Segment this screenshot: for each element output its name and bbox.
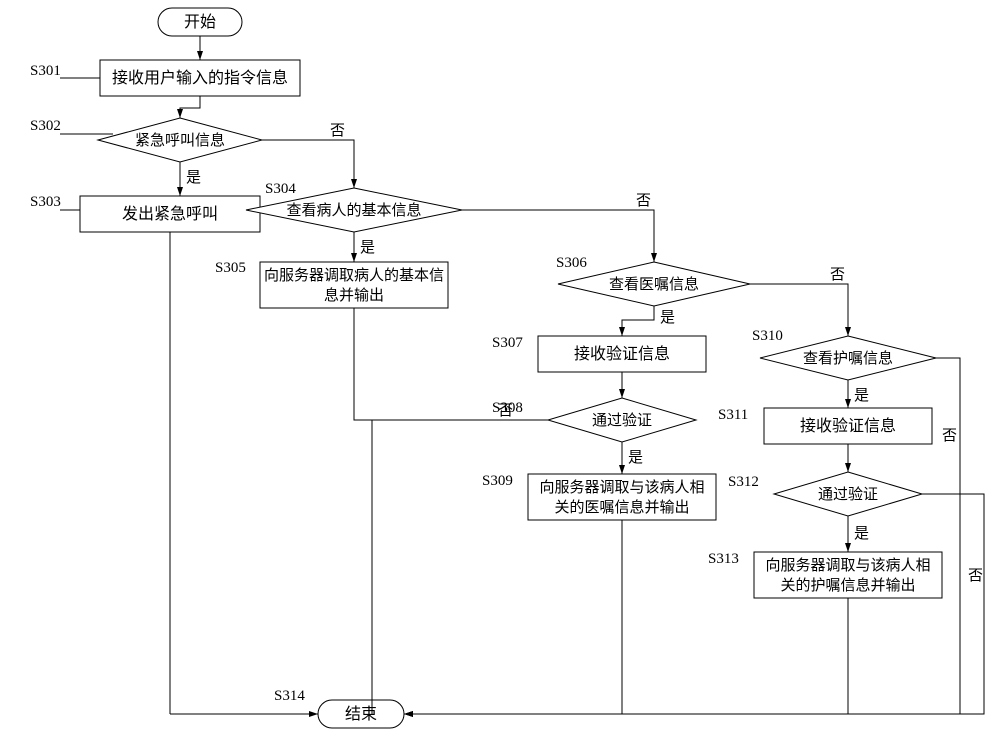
edge-s301-s302 (180, 96, 200, 118)
flowchart-canvas: 开始 接收用户输入的指令信息 S301 紧急呼叫信息 S302 发出紧急呼叫 S… (0, 0, 1000, 752)
yes-s302: 是 (186, 170, 201, 186)
no-s304: 否 (636, 193, 651, 209)
no-s302: 否 (330, 123, 345, 139)
no-s310: 否 (942, 428, 957, 444)
label-s312: S312 (728, 474, 759, 490)
yes-s308: 是 (628, 450, 643, 466)
edge-s306-s307 (622, 306, 654, 336)
start-label: 开始 (184, 13, 216, 31)
node-s301: 接收用户输入的指令信息 (100, 60, 300, 96)
s309-text-l1: 向服务器调取与该病人相 (539, 479, 704, 496)
s307-text: 接收验证信息 (574, 345, 670, 363)
s305-text-l1: 向服务器调取病人的基本信 (264, 267, 444, 284)
label-s302: S302 (30, 118, 61, 134)
node-s310: 查看护嘱信息 (760, 336, 936, 380)
label-s303: S303 (30, 194, 61, 210)
s305-text-l2: 息并输出 (324, 287, 384, 304)
label-s305: S305 (215, 260, 246, 276)
yes-s310: 是 (854, 388, 869, 404)
node-s302: 紧急呼叫信息 (98, 118, 262, 162)
s311-text: 接收验证信息 (800, 417, 896, 435)
label-s309: S309 (482, 473, 513, 489)
label-s304: S304 (265, 181, 296, 197)
label-s311: S311 (718, 407, 748, 423)
s312-text: 通过验证 (818, 486, 878, 503)
edge-s305-down (354, 308, 372, 420)
yes-s306: 是 (660, 310, 675, 326)
no-s306: 否 (830, 267, 845, 283)
node-s308: 通过验证 (548, 398, 696, 442)
s303-text: 发出紧急呼叫 (122, 205, 218, 223)
label-s306: S306 (556, 255, 587, 271)
s313-text-l2: 关的护嘱信息并输出 (780, 577, 915, 594)
node-s305: 向服务器调取病人的基本信 息并输出 (260, 262, 448, 308)
yes-s312: 是 (854, 526, 869, 542)
node-s303: 发出紧急呼叫 (80, 196, 260, 232)
s304-text: 查看病人的基本信息 (286, 202, 421, 219)
s310-text: 查看护嘱信息 (803, 350, 893, 367)
s309-text-l2: 关的医嘱信息并输出 (554, 499, 689, 516)
label-s301: S301 (30, 63, 61, 79)
label-s313: S313 (708, 551, 739, 567)
node-end: 结束 (318, 700, 404, 728)
label-s307: S307 (492, 335, 523, 351)
s302-text: 紧急呼叫信息 (135, 132, 225, 149)
edge-s312-no-end (404, 494, 984, 714)
node-s311: 接收验证信息 (764, 408, 932, 444)
s308-text: 通过验证 (592, 412, 652, 429)
s301-text: 接收用户输入的指令信息 (112, 69, 288, 87)
no-s308: 否 (498, 403, 513, 419)
no-s312: 否 (968, 568, 983, 584)
node-s312: 通过验证 (774, 472, 922, 516)
label-s310: S310 (752, 328, 783, 344)
node-s307: 接收验证信息 (538, 336, 706, 372)
node-s309: 向服务器调取与该病人相 关的医嘱信息并输出 (528, 474, 716, 520)
s313-text-l1: 向服务器调取与该病人相 (765, 557, 930, 574)
label-s314: S314 (274, 688, 305, 704)
node-start: 开始 (158, 8, 242, 36)
s306-text: 查看医嘱信息 (609, 276, 699, 293)
yes-s304: 是 (360, 240, 375, 256)
node-s313: 向服务器调取与该病人相 关的护嘱信息并输出 (754, 552, 942, 598)
